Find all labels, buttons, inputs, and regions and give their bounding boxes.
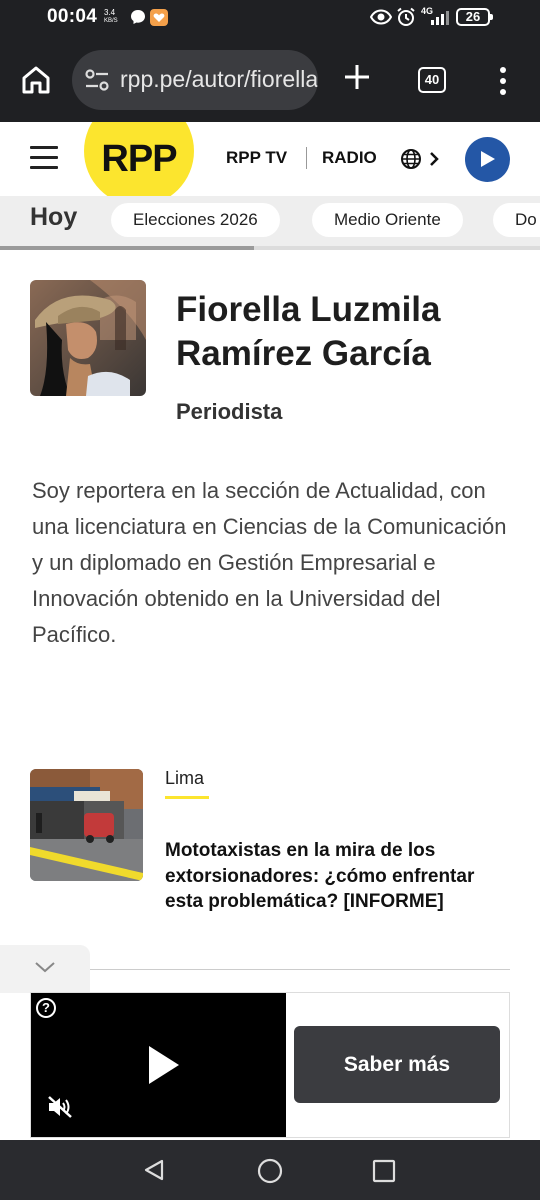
network-speed: 3.4 KB/S bbox=[104, 9, 118, 25]
play-icon[interactable] bbox=[147, 1044, 181, 1086]
ad-help-icon[interactable]: ? bbox=[36, 998, 56, 1018]
article-thumbnail[interactable] bbox=[30, 769, 143, 881]
eye-icon bbox=[370, 9, 392, 25]
rpp-logo[interactable]: RPP bbox=[84, 122, 194, 196]
category-scroll-thumb[interactable] bbox=[0, 246, 254, 250]
home-nav-icon[interactable] bbox=[257, 1158, 283, 1184]
globe-icon[interactable] bbox=[400, 148, 422, 170]
category-hoy[interactable]: Hoy bbox=[30, 203, 77, 232]
article-divider bbox=[90, 969, 510, 970]
status-time: 00:04 bbox=[47, 6, 98, 27]
ad-banner: ? Saber más bbox=[30, 992, 510, 1138]
tab-switcher-button[interactable]: 40 bbox=[418, 67, 446, 93]
recents-icon[interactable] bbox=[372, 1159, 396, 1183]
chevron-right-icon[interactable] bbox=[428, 151, 440, 167]
hamburger-menu-icon[interactable] bbox=[30, 146, 58, 169]
author-bio: Soy reportera en la sección de Actualida… bbox=[32, 478, 507, 647]
category-pill[interactable]: Do bbox=[493, 203, 540, 237]
system-nav-bar bbox=[0, 1140, 540, 1200]
article-title[interactable]: Mototaxistas en la mira de los extorsion… bbox=[165, 838, 495, 915]
network-speed-unit: KB/S bbox=[104, 18, 118, 24]
app-notification-icon bbox=[150, 9, 168, 26]
author-role: Periodista bbox=[176, 399, 283, 424]
battery-icon: 26 bbox=[456, 8, 493, 26]
browser-toolbar: rpp.pe/autor/fiorella 40 bbox=[0, 36, 540, 122]
site-header: RPP RPP TV RADIO bbox=[0, 122, 540, 196]
signal-icon bbox=[431, 11, 449, 25]
play-icon bbox=[481, 151, 495, 167]
new-tab-icon[interactable] bbox=[342, 62, 372, 92]
live-radio-play-button[interactable] bbox=[465, 137, 510, 182]
mute-icon[interactable] bbox=[47, 1095, 73, 1119]
ad-collapse-tab[interactable] bbox=[0, 945, 90, 993]
network-speed-value: 3.4 bbox=[104, 8, 116, 17]
ad-video[interactable]: ? bbox=[31, 993, 286, 1137]
ad-cta-button[interactable]: Saber más bbox=[294, 1026, 500, 1103]
home-icon[interactable] bbox=[20, 64, 52, 96]
nav-separator bbox=[306, 147, 307, 169]
logo-text: RPP bbox=[101, 138, 177, 180]
status-bar: 00:04 3.4 KB/S 4G 26 bbox=[0, 0, 540, 36]
more-menu-icon[interactable] bbox=[496, 66, 510, 96]
chevron-down-icon bbox=[35, 962, 55, 973]
nav-rpp-tv[interactable]: RPP TV bbox=[226, 148, 287, 168]
category-underline bbox=[165, 796, 209, 799]
site-settings-icon[interactable] bbox=[84, 68, 110, 92]
address-bar[interactable]: rpp.pe/autor/fiorella bbox=[72, 50, 318, 110]
category-pill[interactable]: Medio Oriente bbox=[312, 203, 463, 237]
url-text[interactable]: rpp.pe/autor/fiorella bbox=[120, 66, 318, 93]
author-name: Fiorella Luzmila Ramírez García bbox=[176, 290, 441, 373]
messenger-icon bbox=[131, 10, 145, 24]
alarm-icon bbox=[397, 7, 415, 26]
category-strip: Hoy Elecciones 2026 Medio Oriente Do bbox=[0, 196, 540, 250]
author-avatar bbox=[30, 280, 146, 396]
back-icon[interactable] bbox=[142, 1158, 166, 1182]
article-category[interactable]: Lima bbox=[165, 768, 204, 789]
nav-radio[interactable]: RADIO bbox=[322, 148, 377, 168]
category-pill[interactable]: Elecciones 2026 bbox=[111, 203, 280, 237]
